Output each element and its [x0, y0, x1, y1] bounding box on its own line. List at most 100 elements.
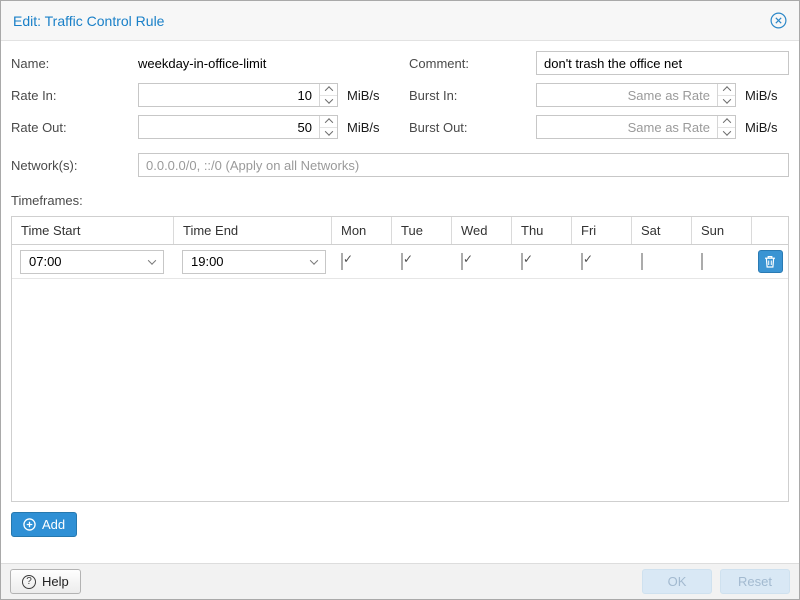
help-button[interactable]: ? Help — [10, 569, 81, 594]
question-mark-icon: ? — [22, 575, 36, 589]
sun-checkbox[interactable] — [701, 253, 703, 270]
edit-traffic-control-rule-dialog: Edit: Traffic Control Rule Name: weekday… — [0, 0, 800, 600]
rate-in-spinners — [319, 84, 337, 106]
networks-row: Network(s): — [11, 153, 789, 177]
time-end-select[interactable]: 19:00 — [182, 250, 326, 274]
rate-in-spinner-field — [138, 83, 338, 107]
column-header-tue[interactable]: Tue — [392, 217, 452, 244]
time-start-select[interactable]: 07:00 — [20, 250, 164, 274]
networks-label: Network(s): — [11, 158, 138, 173]
name-value: weekday-in-office-limit — [138, 56, 266, 71]
burst-out-decrement-icon[interactable] — [718, 127, 735, 139]
plus-circle-icon — [23, 518, 36, 531]
rate-out-spinners — [319, 116, 337, 138]
rate-out-decrement-icon[interactable] — [320, 127, 337, 139]
wed-cell — [452, 254, 512, 269]
column-header-sat[interactable]: Sat — [632, 217, 692, 244]
rate-out-row: Rate Out: MiB/s — [11, 115, 391, 139]
rate-in-label: Rate In: — [11, 88, 138, 103]
tue-checkbox[interactable] — [401, 253, 403, 270]
time-end-value: 19:00 — [191, 254, 224, 269]
time-start-cell: 07:00 — [12, 250, 174, 274]
rate-in-row: Rate In: MiB/s — [11, 83, 391, 107]
rate-out-input[interactable] — [138, 115, 338, 139]
wed-checkbox[interactable] — [461, 253, 463, 270]
chevron-down-icon — [148, 256, 156, 264]
delete-row-button[interactable] — [758, 250, 783, 273]
rate-in-unit: MiB/s — [347, 88, 380, 103]
name-row: Name: weekday-in-office-limit — [11, 51, 391, 75]
dialog-title: Edit: Traffic Control Rule — [13, 13, 164, 29]
column-header-time-start[interactable]: Time Start — [12, 217, 174, 244]
timeframes-table: Time Start Time End Mon Tue Wed Thu Fri … — [11, 216, 789, 502]
burst-in-unit: MiB/s — [745, 88, 778, 103]
fri-cell — [572, 254, 632, 269]
row-actions-cell — [752, 250, 788, 273]
ok-button[interactable]: OK — [642, 569, 712, 594]
dialog-body: Name: weekday-in-office-limit Rate In: M… — [1, 41, 799, 563]
table-row: 07:00 19:00 — [12, 245, 788, 279]
reset-button[interactable]: Reset — [720, 569, 790, 594]
burst-in-label: Burst In: — [409, 88, 536, 103]
burst-in-row: Burst In: MiB/s — [409, 83, 789, 107]
burst-in-spinner-field — [536, 83, 736, 107]
burst-in-spinners — [717, 84, 735, 106]
dialog-footer: ? Help OK Reset — [1, 563, 799, 599]
add-button[interactable]: Add — [11, 512, 77, 537]
footer-actions: OK Reset — [642, 569, 790, 594]
comment-row: Comment: — [409, 51, 789, 75]
column-header-fri[interactable]: Fri — [572, 217, 632, 244]
burst-out-increment-icon[interactable] — [718, 116, 735, 127]
mon-checkbox[interactable] — [341, 253, 343, 270]
sun-cell — [692, 254, 752, 269]
name-label: Name: — [11, 56, 138, 71]
tue-cell — [392, 254, 452, 269]
rate-out-label: Rate Out: — [11, 120, 138, 135]
help-button-label: Help — [42, 574, 69, 589]
burst-out-input[interactable] — [536, 115, 736, 139]
fri-checkbox[interactable] — [581, 253, 583, 270]
column-header-actions — [752, 217, 788, 244]
comment-input[interactable] — [536, 51, 789, 75]
sat-checkbox[interactable] — [641, 253, 643, 270]
time-end-cell: 19:00 — [174, 250, 332, 274]
burst-out-label: Burst Out: — [409, 120, 536, 135]
burst-out-spinner-field — [536, 115, 736, 139]
networks-input[interactable] — [138, 153, 789, 177]
add-bar: Add — [11, 512, 789, 537]
burst-out-unit: MiB/s — [745, 120, 778, 135]
column-header-mon[interactable]: Mon — [332, 217, 392, 244]
rate-in-input[interactable] — [138, 83, 338, 107]
burst-out-spinners — [717, 116, 735, 138]
dialog-header: Edit: Traffic Control Rule — [1, 1, 799, 41]
rate-in-decrement-icon[interactable] — [320, 95, 337, 107]
trash-icon — [764, 255, 776, 268]
mon-cell — [332, 254, 392, 269]
burst-in-input[interactable] — [536, 83, 736, 107]
burst-in-increment-icon[interactable] — [718, 84, 735, 95]
rate-in-increment-icon[interactable] — [320, 84, 337, 95]
thu-checkbox[interactable] — [521, 253, 523, 270]
rate-out-unit: MiB/s — [347, 120, 380, 135]
column-header-wed[interactable]: Wed — [452, 217, 512, 244]
rate-out-increment-icon[interactable] — [320, 116, 337, 127]
close-icon[interactable] — [770, 12, 787, 29]
form-left-column: Name: weekday-in-office-limit Rate In: M… — [11, 51, 405, 139]
column-header-sun[interactable]: Sun — [692, 217, 752, 244]
timeframes-table-header: Time Start Time End Mon Tue Wed Thu Fri … — [12, 217, 788, 245]
burst-in-decrement-icon[interactable] — [718, 95, 735, 107]
column-header-thu[interactable]: Thu — [512, 217, 572, 244]
rate-out-spinner-field — [138, 115, 338, 139]
form-right-column: Comment: Burst In: MiB/s Burst O — [405, 51, 789, 139]
add-button-label: Add — [42, 517, 65, 532]
table-empty-area — [12, 279, 788, 501]
chevron-down-icon — [310, 256, 318, 264]
sat-cell — [632, 254, 692, 269]
form-columns: Name: weekday-in-office-limit Rate In: M… — [11, 51, 789, 139]
comment-label: Comment: — [409, 56, 536, 71]
burst-out-row: Burst Out: MiB/s — [409, 115, 789, 139]
thu-cell — [512, 254, 572, 269]
time-start-value: 07:00 — [29, 254, 62, 269]
column-header-time-end[interactable]: Time End — [174, 217, 332, 244]
timeframes-label: Timeframes: — [11, 193, 789, 208]
